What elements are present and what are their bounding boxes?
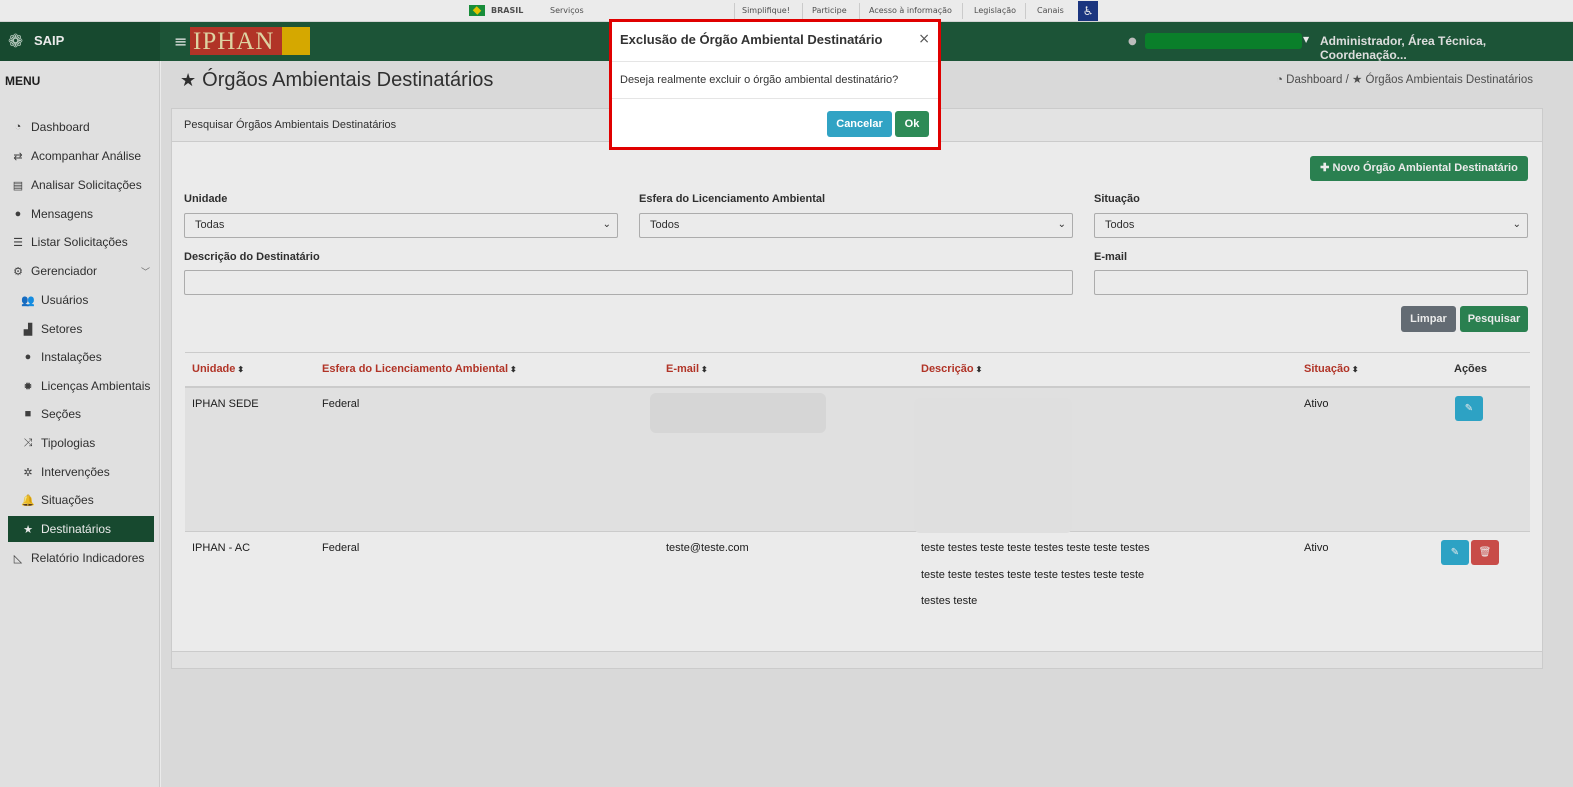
- ok-button[interactable]: Ok: [895, 111, 929, 137]
- delete-confirm-modal: Exclusão de Órgão Ambiental Destinatário…: [609, 19, 941, 150]
- divider: [612, 98, 938, 99]
- divider: [612, 61, 938, 62]
- modal-message: Deseja realmente excluir o órgão ambient…: [620, 74, 899, 86]
- cancel-button[interactable]: Cancelar: [827, 111, 892, 137]
- modal-title: Exclusão de Órgão Ambiental Destinatário: [620, 32, 883, 47]
- close-icon[interactable]: ×: [918, 31, 930, 47]
